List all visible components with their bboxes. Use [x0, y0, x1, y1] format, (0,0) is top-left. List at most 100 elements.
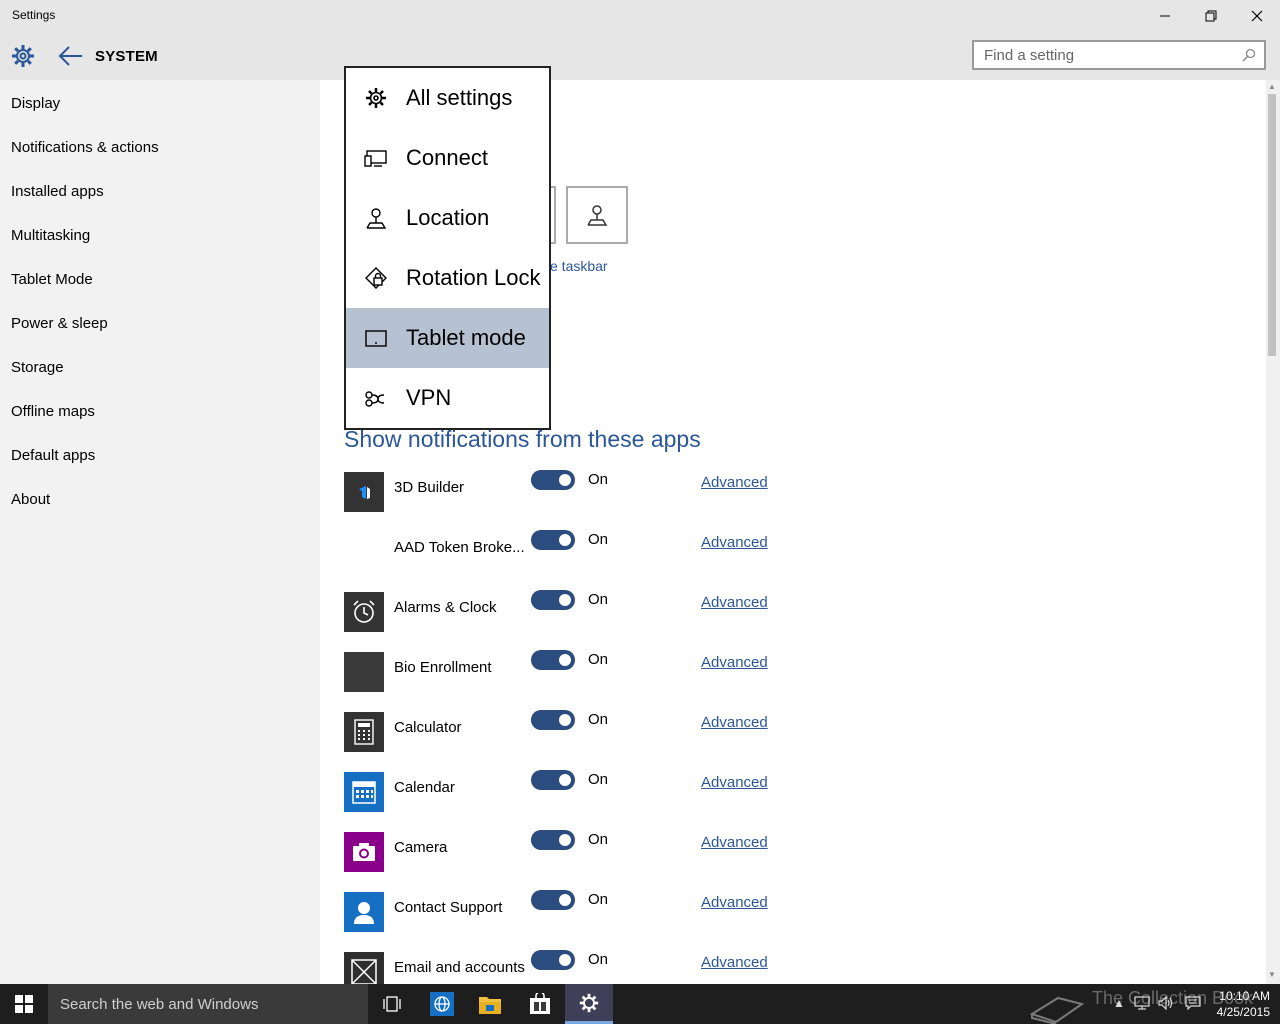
minimize-button[interactable] — [1142, 0, 1188, 32]
store-icon — [530, 993, 550, 1014]
section-heading: Show notifications from these apps — [344, 426, 701, 452]
toggle-state: On — [588, 771, 609, 788]
app-name: Contact Support — [394, 899, 503, 916]
gear-icon — [366, 88, 386, 108]
sidebar-item-offline-maps[interactable]: Offline maps — [11, 403, 95, 420]
notification-toggle[interactable] — [531, 710, 575, 730]
app-row: AAD Token Broke... On Advanced — [344, 530, 824, 572]
advanced-link[interactable]: Advanced — [701, 714, 768, 731]
dropdown-item-label: Connect — [406, 145, 488, 170]
settings-header: SYSTEM — [0, 32, 1280, 80]
settings-home-button[interactable] — [11, 44, 35, 73]
start-button[interactable] — [0, 984, 48, 1024]
notification-toggle[interactable] — [531, 590, 575, 610]
volume-icon[interactable] — [1158, 996, 1174, 1010]
app-name: Email and accounts — [394, 959, 525, 976]
taskbar-settings[interactable] — [565, 984, 613, 1024]
close-button[interactable] — [1234, 0, 1280, 32]
sidebar-item-default-apps[interactable]: Default apps — [11, 447, 95, 464]
network-icon[interactable] — [1134, 996, 1150, 1010]
notification-toggle[interactable] — [531, 530, 575, 550]
app-row: Camera On Advanced — [344, 830, 824, 872]
camera-icon — [344, 832, 384, 872]
sidebar-item-installed-apps[interactable]: Installed apps — [11, 183, 104, 200]
advanced-link[interactable]: Advanced — [701, 774, 768, 791]
advanced-link[interactable]: Advanced — [701, 834, 768, 851]
search-box[interactable] — [972, 40, 1266, 70]
action-center-icon[interactable] — [1185, 996, 1201, 1010]
search-icon[interactable] — [1242, 48, 1256, 62]
dropdown-item-location[interactable]: Location — [346, 188, 549, 248]
back-button[interactable] — [58, 44, 84, 73]
rotation-lock-icon — [365, 267, 387, 289]
maximize-button[interactable] — [1188, 0, 1234, 32]
taskbar-store[interactable] — [516, 984, 564, 1024]
sidebar-item-multitasking[interactable]: Multitasking — [11, 227, 90, 244]
advanced-link[interactable]: Advanced — [701, 894, 768, 911]
sidebar-item-about[interactable]: About — [11, 491, 50, 508]
app-row: Alarms & Clock On Advanced — [344, 590, 824, 632]
search-input[interactable] — [974, 42, 1254, 68]
advanced-link[interactable]: Advanced — [701, 954, 768, 971]
email-icon — [344, 952, 384, 984]
app-row: Email and accounts On Advanced — [344, 950, 824, 984]
calculator-icon — [344, 712, 384, 752]
toggle-state: On — [588, 591, 609, 608]
browser-icon — [430, 992, 454, 1016]
advanced-link[interactable]: Advanced — [701, 594, 768, 611]
dropdown-item-label: Rotation Lock — [406, 265, 541, 290]
sidebar-item-storage[interactable]: Storage — [11, 359, 64, 376]
dropdown-item-label: Tablet mode — [406, 325, 526, 350]
alarm-clock-icon — [344, 592, 384, 632]
advanced-link[interactable]: Advanced — [701, 474, 768, 491]
scroll-down-icon[interactable]: ▼ — [1268, 970, 1276, 979]
taskbar-search-box[interactable]: Search the web and Windows — [48, 984, 368, 1024]
notification-toggle[interactable] — [531, 650, 575, 670]
show-hidden-icons[interactable]: ▲ — [1113, 996, 1125, 1010]
task-view-button[interactable] — [368, 984, 416, 1024]
quick-actions-dropdown: All settings Connect Location Rotation L… — [344, 66, 551, 430]
back-arrow-icon — [58, 46, 82, 66]
notification-toggle[interactable] — [531, 890, 575, 910]
system-clock[interactable]: 10:10 AM 4/25/2015 — [1212, 988, 1270, 1020]
notification-toggle[interactable] — [531, 950, 575, 970]
advanced-link[interactable]: Advanced — [701, 654, 768, 671]
calendar-icon — [344, 772, 384, 812]
scrollbar[interactable]: ▲ ▼ — [1266, 80, 1280, 984]
taskbar-link[interactable]: e taskbar — [550, 258, 608, 274]
vpn-icon — [365, 391, 385, 407]
sidebar-item-display[interactable]: Display — [11, 95, 60, 112]
dropdown-item-connect[interactable]: Connect — [346, 128, 549, 188]
quick-action-tile-location[interactable] — [566, 186, 628, 244]
toggle-state: On — [588, 711, 609, 728]
connect-icon — [364, 150, 387, 167]
app-name: Calendar — [394, 779, 455, 796]
scrollbar-thumb[interactable] — [1268, 94, 1276, 356]
location-icon — [587, 205, 608, 226]
app-row: Calculator On Advanced — [344, 710, 824, 752]
taskbar-browser[interactable] — [418, 984, 466, 1024]
dropdown-item-rotation-lock[interactable]: Rotation Lock — [346, 248, 549, 308]
app-name: Camera — [394, 839, 448, 856]
scroll-up-icon[interactable]: ▲ — [1268, 82, 1276, 91]
toggle-state: On — [588, 831, 609, 848]
sidebar-item-power-sleep[interactable]: Power & sleep — [11, 315, 108, 332]
dropdown-item-tablet-mode[interactable]: Tablet mode — [346, 308, 549, 368]
dropdown-item-vpn[interactable]: VPN — [346, 368, 549, 428]
taskbar-file-explorer[interactable] — [466, 984, 514, 1024]
sidebar-item-tablet-mode[interactable]: Tablet Mode — [11, 271, 93, 288]
minimize-icon — [1160, 15, 1170, 17]
notification-toggle[interactable] — [531, 470, 575, 490]
dropdown-item-label: Location — [406, 205, 490, 230]
app-name: AAD Token Broke... — [394, 539, 525, 556]
dropdown-item-label: All settings — [406, 85, 513, 110]
notification-toggle[interactable] — [531, 770, 575, 790]
advanced-link[interactable]: Advanced — [701, 534, 768, 551]
notification-toggle[interactable] — [531, 830, 575, 850]
tablet-mode-icon — [365, 330, 387, 347]
dropdown-item-all-settings[interactable]: All settings — [346, 68, 549, 128]
window-title: Settings — [12, 8, 56, 22]
clock-time: 10:10 AM — [1219, 989, 1270, 1003]
sidebar-item-notifications[interactable]: Notifications & actions — [11, 139, 159, 156]
bio-enrollment-icon — [344, 652, 384, 692]
